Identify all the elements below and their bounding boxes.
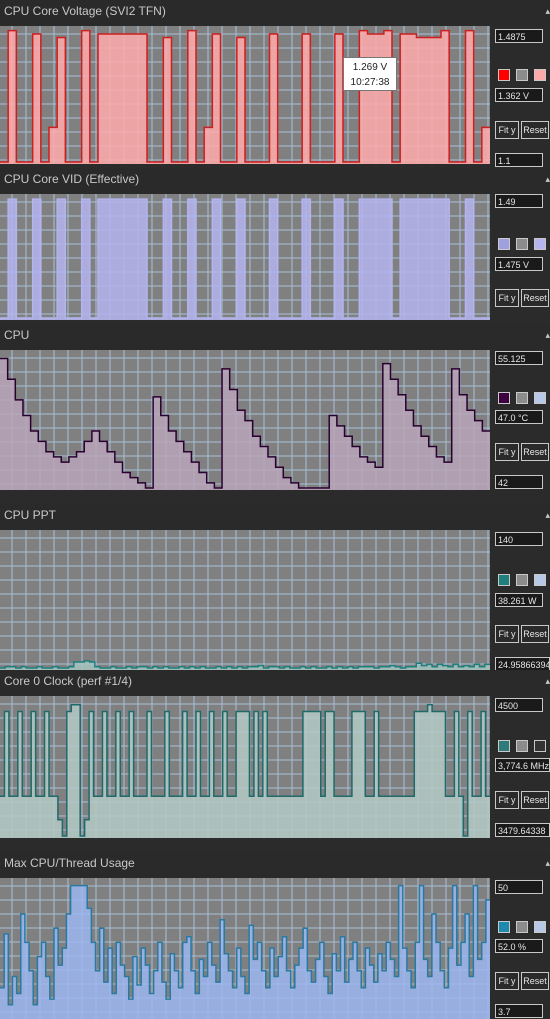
grid-color-swatch[interactable] xyxy=(516,574,528,586)
max-value: 4500 xyxy=(495,698,543,712)
tooltip-time: 10:27:38 xyxy=(350,77,390,88)
fit-y-button[interactable]: Fit y xyxy=(495,972,519,990)
reset-button[interactable]: Reset xyxy=(521,443,549,461)
min-value: 24.95866394 xyxy=(495,657,550,671)
chart-svg xyxy=(0,696,490,838)
collapse-arrow-icon[interactable]: ▴ xyxy=(542,168,550,190)
series-area xyxy=(0,704,490,838)
graph-area[interactable] xyxy=(0,878,490,1019)
collapse-arrow-icon[interactable]: ▴ xyxy=(542,852,550,874)
max-value: 55.125 xyxy=(495,351,543,365)
reset-button[interactable]: Reset xyxy=(521,625,549,643)
grid-color-swatch[interactable] xyxy=(516,69,528,81)
chart-svg xyxy=(0,878,490,1019)
fit-y-button[interactable]: Fit y xyxy=(495,443,519,461)
max-value: 1.49 xyxy=(495,194,543,208)
line-color-swatch[interactable] xyxy=(498,740,510,752)
fit-y-button[interactable]: Fit y xyxy=(495,121,519,139)
line-color-swatch[interactable] xyxy=(498,238,510,250)
line-color-swatch[interactable] xyxy=(498,921,510,933)
sidebar: 50 52.0 % Fit y Reset 3.7 xyxy=(490,878,550,1019)
line-color-swatch[interactable] xyxy=(498,69,510,81)
grid-color-swatch[interactable] xyxy=(516,740,528,752)
min-value: 42 xyxy=(495,475,543,489)
min-value: 3.7 xyxy=(495,1004,543,1018)
chart-svg xyxy=(0,194,490,320)
fill-color-swatch[interactable] xyxy=(534,740,546,752)
graph-area[interactable] xyxy=(0,194,490,320)
grid-color-swatch[interactable] xyxy=(516,392,528,404)
graph-area[interactable] xyxy=(0,26,490,164)
min-value: 1.1 xyxy=(495,153,543,167)
sidebar: 55.125 47.0 °C Fit y Reset 42 xyxy=(490,350,550,490)
line-color-swatch[interactable] xyxy=(498,392,510,404)
collapse-arrow-icon[interactable]: ▴ xyxy=(542,324,550,346)
min-value: 3479.64338 xyxy=(495,823,550,837)
max-value: 140 xyxy=(495,532,543,546)
fit-y-button[interactable]: Fit y xyxy=(495,625,519,643)
panel-cpu-core-vid: CPU Core VID (Effective) ▴ 1.49 1.475 V … xyxy=(0,168,550,320)
graph-area[interactable] xyxy=(0,696,490,838)
sidebar: 1.4875 1.362 V Fit y Reset 1.1 xyxy=(490,26,550,167)
panel-core0-clock: Core 0 Clock (perf #1/4) ▴ 4500 3,774.6 … xyxy=(0,670,550,838)
collapse-arrow-icon[interactable]: ▴ xyxy=(542,670,550,692)
current-value: 3,774.6 MHz xyxy=(495,758,550,772)
panel-title: CPU PPT xyxy=(0,504,550,530)
fill-color-swatch[interactable] xyxy=(534,921,546,933)
fill-color-swatch[interactable] xyxy=(534,69,546,81)
chart-svg xyxy=(0,350,490,490)
fit-y-button[interactable]: Fit y xyxy=(495,289,519,307)
graph-area[interactable] xyxy=(0,350,490,490)
tooltip-value: 1.269 V xyxy=(352,62,388,73)
fill-color-swatch[interactable] xyxy=(534,238,546,250)
panel-cpu-ppt: CPU PPT ▴ 140 38.261 W Fit y Reset 24.95… xyxy=(0,504,550,671)
grid-color-swatch[interactable] xyxy=(516,921,528,933)
hover-tooltip: 1.269 V 10:27:38 xyxy=(343,57,397,91)
chart-svg xyxy=(0,26,490,164)
fill-color-swatch[interactable] xyxy=(534,574,546,586)
chart-svg xyxy=(0,530,490,670)
fill-color-swatch[interactable] xyxy=(534,392,546,404)
panel-cpu-core-voltage: CPU Core Voltage (SVI2 TFN) ▴ 1.4875 1.3… xyxy=(0,0,550,167)
max-value: 50 xyxy=(495,880,543,894)
collapse-arrow-icon[interactable]: ▴ xyxy=(542,504,550,526)
sidebar: 140 38.261 W Fit y Reset 24.95866394 xyxy=(490,530,550,671)
grid-color-swatch[interactable] xyxy=(516,238,528,250)
current-value: 52.0 % xyxy=(495,939,543,953)
reset-button[interactable]: Reset xyxy=(521,289,549,307)
reset-button[interactable]: Reset xyxy=(521,121,549,139)
panel-title: Max CPU/Thread Usage xyxy=(0,852,550,878)
series-area xyxy=(0,358,490,490)
reset-button[interactable]: Reset xyxy=(521,791,549,809)
panel-title: CPU Core Voltage (SVI2 TFN) xyxy=(0,0,550,26)
series-area xyxy=(0,885,490,1019)
sidebar: 1.49 1.475 V Fit y Reset xyxy=(490,194,550,320)
graph-area[interactable] xyxy=(0,530,490,670)
panel-cpu-temperature: CPU ▴ 55.125 47.0 °C Fit y Reset 42 xyxy=(0,324,550,490)
current-value: 38.261 W xyxy=(495,593,543,607)
max-value: 1.4875 xyxy=(495,29,543,43)
panel-title: CPU xyxy=(0,324,550,350)
panel-max-cpu-thread-usage: Max CPU/Thread Usage ▴ 50 52.0 % Fit y R… xyxy=(0,852,550,1019)
current-value: 47.0 °C xyxy=(495,410,543,424)
panel-title: CPU Core VID (Effective) xyxy=(0,168,550,194)
reset-button[interactable]: Reset xyxy=(521,972,549,990)
fit-y-button[interactable]: Fit y xyxy=(495,791,519,809)
current-value: 1.362 V xyxy=(495,88,543,102)
grid xyxy=(0,530,490,670)
current-value: 1.475 V xyxy=(495,257,543,271)
line-color-swatch[interactable] xyxy=(498,574,510,586)
sidebar: 4500 3,774.6 MHz Fit y Reset 3479.64338 xyxy=(490,696,550,838)
panel-title: Core 0 Clock (perf #1/4) xyxy=(0,670,550,696)
collapse-arrow-icon[interactable]: ▴ xyxy=(542,0,550,22)
